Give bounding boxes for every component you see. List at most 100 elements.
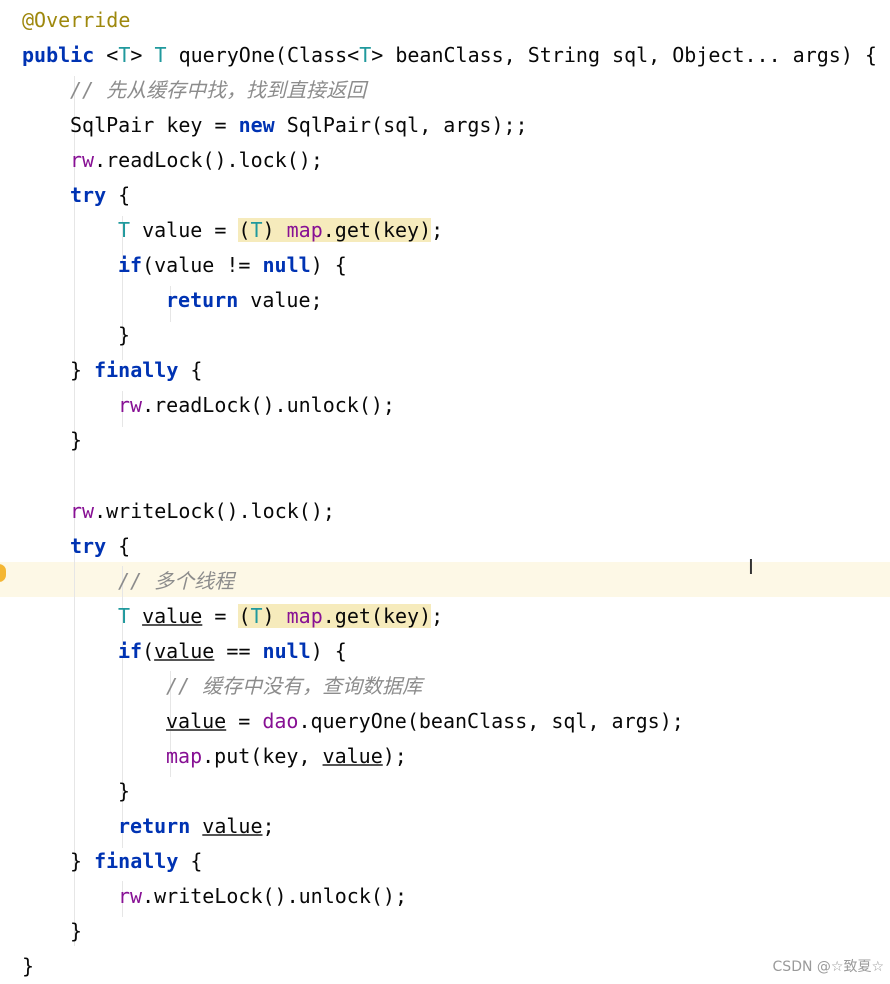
keyword: null <box>262 639 311 663</box>
code-line-8: if(value != null) { <box>118 248 347 283</box>
code-token: ) { <box>310 253 347 277</box>
type-parameter: T <box>250 218 263 242</box>
code-line-26: rw.writeLock().unlock(); <box>118 879 407 914</box>
code-line-12: rw.readLock().unlock(); <box>118 388 395 423</box>
reassigned-variable: value <box>154 639 215 663</box>
brace: } <box>70 919 83 943</box>
brace: } <box>70 428 83 452</box>
field: rw <box>118 393 143 417</box>
code-line-6: try { <box>70 178 130 213</box>
reassigned-variable: value <box>202 814 263 838</box>
keyword: finally <box>94 849 179 873</box>
field: map <box>286 604 323 628</box>
code-token: ; <box>431 218 444 242</box>
keyword: return <box>118 814 191 838</box>
code-token: { <box>106 183 131 207</box>
code-line-27: } <box>70 914 82 949</box>
code-line-7: T value = (T) map.get(key); <box>118 213 443 248</box>
code-token: { <box>106 534 131 558</box>
code-token: .put(key, <box>202 744 323 768</box>
field: dao <box>262 709 299 733</box>
code-line-11: } finally { <box>70 353 202 388</box>
keyword: if <box>118 253 143 277</box>
code-token: .readLock().lock(); <box>94 148 323 172</box>
code-token: ( <box>142 639 155 663</box>
code-line-2: public <T> T queryOne(Class<T> beanClass… <box>22 38 877 73</box>
type-parameter: T <box>250 604 263 628</box>
code-token: == <box>214 639 263 663</box>
code-line-1: @Override <box>22 3 130 38</box>
code-token: SqlPair key = <box>70 113 239 137</box>
code-token: ; <box>431 604 444 628</box>
code-line-19: if(value == null) { <box>118 634 347 669</box>
code-token: { <box>178 849 203 873</box>
reassigned-variable: value <box>142 604 203 628</box>
code-line-10: } <box>118 318 130 353</box>
code-token: ; <box>262 814 275 838</box>
watermark: CSDN @☆致夏☆ <box>772 959 884 975</box>
brace: } <box>118 779 131 803</box>
type-parameter: T <box>118 218 131 242</box>
usage-highlight: (T) map.get(key) <box>238 604 432 628</box>
code-token: > <box>130 43 155 67</box>
type-parameter: T <box>118 604 131 628</box>
code-token: .writeLock().unlock(); <box>142 884 407 908</box>
code-token: ); <box>382 744 407 768</box>
code-token: queryOne(Class< <box>166 43 360 67</box>
code-line-5: rw.readLock().lock(); <box>70 143 323 178</box>
keyword: null <box>262 253 311 277</box>
code-token: value; <box>238 288 323 312</box>
code-token: value = <box>130 218 239 242</box>
code-line-3: // 先从缓存中找，找到直接返回 <box>70 73 366 108</box>
code-line-18: T value = (T) map.get(key); <box>118 599 443 634</box>
keyword: new <box>238 113 275 137</box>
code-token: } <box>70 358 95 382</box>
keyword: try <box>70 534 107 558</box>
code-token: ( <box>238 604 251 628</box>
code-token: = <box>202 604 239 628</box>
comment: // 多个线程 <box>118 569 235 593</box>
reassigned-variable: value <box>166 709 227 733</box>
code-token: SqlPair(sql, args);; <box>274 113 528 137</box>
code-line-4: SqlPair key = new SqlPair(sql, args);; <box>70 108 528 143</box>
type-parameter: T <box>154 43 167 67</box>
keyword: return <box>166 288 239 312</box>
code-line-21: value = dao.queryOne(beanClass, sql, arg… <box>166 704 684 739</box>
code-token: .get(key) <box>322 604 432 628</box>
code-line-20: // 缓存中没有，查询数据库 <box>166 669 422 704</box>
brace: } <box>118 323 131 347</box>
code-line-17: // 多个线程 <box>118 564 234 599</box>
annotation-override: @Override <box>22 8 131 32</box>
code-line-25: } finally { <box>70 844 202 879</box>
code-token: } <box>70 849 95 873</box>
code-line-16: try { <box>70 529 130 564</box>
keyword: finally <box>94 358 179 382</box>
code-line-15: rw.writeLock().lock(); <box>70 494 335 529</box>
type-parameter: T <box>359 43 372 67</box>
field: map <box>166 744 203 768</box>
type-parameter: T <box>118 43 131 67</box>
code-token: (value != <box>142 253 263 277</box>
text-cursor-icon: I <box>748 555 754 579</box>
code-token: > beanClass, String sql, Object... args)… <box>371 43 877 67</box>
code-token: ( <box>238 218 251 242</box>
code-token: < <box>94 43 119 67</box>
code-line-22: map.put(key, value); <box>166 739 407 774</box>
code-token: = <box>226 709 263 733</box>
field: map <box>286 218 323 242</box>
field: rw <box>70 148 95 172</box>
code-line-9: return value; <box>166 283 323 318</box>
code-line-23: } <box>118 774 130 809</box>
field: rw <box>118 884 143 908</box>
usage-highlight: (T) map.get(key) <box>238 218 432 242</box>
code-token: .readLock().unlock(); <box>142 393 395 417</box>
field: rw <box>70 499 95 523</box>
code-token: ) <box>262 218 287 242</box>
code-token: ) { <box>310 639 347 663</box>
code-line-13: } <box>70 423 82 458</box>
keyword: if <box>118 639 143 663</box>
code-editor[interactable]: @Override public <T> T queryOne(Class<T>… <box>0 0 890 982</box>
comment: // 缓存中没有，查询数据库 <box>166 674 423 698</box>
